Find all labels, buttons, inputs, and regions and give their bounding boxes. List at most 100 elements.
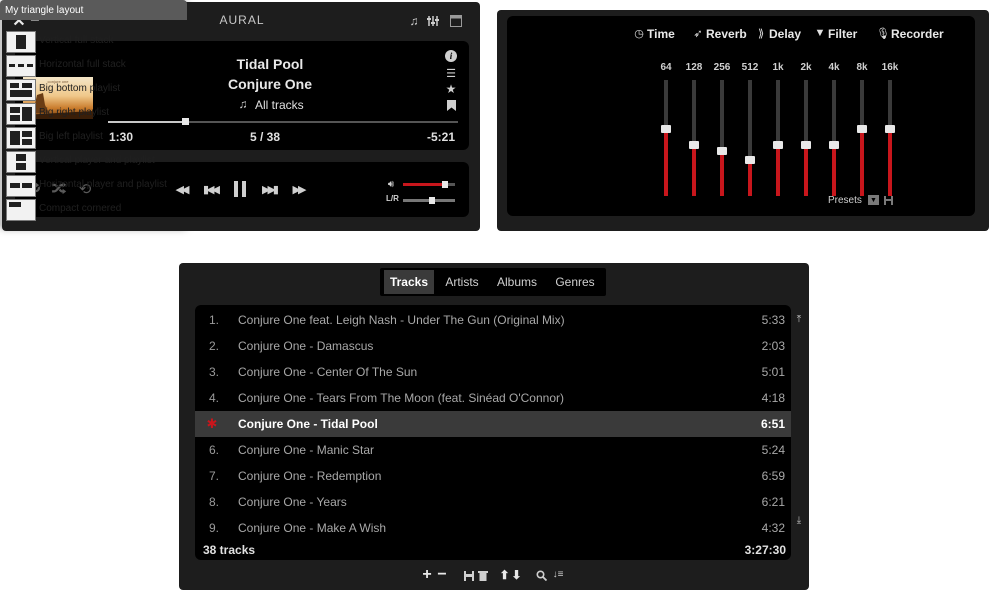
search-icon[interactable] — [535, 569, 547, 581]
track-index: 1. — [208, 313, 219, 327]
eq-band-slider[interactable] — [885, 80, 895, 196]
sort-icon[interactable]: ↓≡ — [550, 568, 566, 581]
eq-band-handle[interactable] — [689, 141, 699, 149]
layout-option-label: Big left playlist — [39, 131, 103, 142]
total-duration: 3:27:30 — [744, 543, 786, 557]
layout-option-label: Horizontal full stack — [39, 59, 126, 70]
tab-albums[interactable]: Albums — [492, 270, 542, 294]
playlist-toggle-icon[interactable]: ♫ — [407, 14, 421, 28]
track-row[interactable]: 7. Conjure One - Redemption 6:59 — [195, 463, 791, 489]
track-title: Conjure One - Redemption — [238, 469, 382, 483]
move-up-icon[interactable]: ⬆ — [499, 568, 510, 582]
track-row[interactable]: 2. Conjure One - Damascus 2:03 — [195, 333, 791, 359]
track-row[interactable]: 3. Conjure One - Center Of The Sun 5:01 — [195, 359, 791, 385]
save-playlist-icon[interactable] — [463, 570, 474, 581]
layout-toggle-icon[interactable] — [449, 14, 463, 28]
save-preset-icon[interactable] — [883, 195, 893, 205]
eq-band-slider[interactable] — [773, 80, 783, 196]
tab-artists[interactable]: Artists — [438, 270, 486, 294]
eq-band-slider[interactable] — [857, 80, 867, 196]
eq-band-slider[interactable] — [745, 80, 755, 196]
layout-option-icon — [6, 55, 36, 77]
clock-icon[interactable]: ◷ — [633, 27, 645, 40]
layout-option[interactable]: Big bottom playlist — [6, 79, 186, 101]
volume-icon[interactable]: 🔊︎ — [385, 178, 397, 190]
equalizer-toggle-icon[interactable] — [426, 14, 440, 28]
eq-band-slider[interactable] — [717, 80, 727, 196]
eq-band-handle[interactable] — [773, 141, 783, 149]
add-tracks-icon[interactable]: + — [421, 566, 433, 583]
effect-toggle-reverb[interactable]: Reverb — [706, 27, 747, 41]
presets-menu-icon[interactable]: ▼ — [868, 195, 879, 205]
track-duration: 6:59 — [761, 469, 785, 483]
bookmark-icon[interactable] — [445, 99, 457, 111]
eq-band-slider[interactable] — [829, 80, 839, 196]
balance-slider-handle[interactable] — [429, 197, 435, 204]
eq-band-slider[interactable] — [661, 80, 671, 196]
remove-tracks-icon[interactable]: − — [436, 566, 448, 583]
layout-option[interactable]: Horizontal player and playlist — [6, 175, 186, 197]
track-row[interactable]: 1. Conjure One feat. Leigh Nash - Under T… — [195, 307, 791, 333]
now-playing-row[interactable]: ✱ Conjure One - Tidal Pool 6:51 — [195, 411, 791, 437]
favorite-icon[interactable]: ★ — [445, 82, 457, 96]
track-index: 8. — [208, 495, 219, 509]
layout-option[interactable]: Vertical full stack — [6, 31, 186, 53]
track-title: Conjure One - Center Of The Sun — [238, 365, 418, 379]
eq-band-handle[interactable] — [857, 125, 867, 133]
filter-icon[interactable]: ▼ — [814, 27, 826, 39]
layout-option[interactable]: Big left playlist — [6, 127, 186, 149]
eq-band-handle[interactable] — [801, 141, 811, 149]
layout-option[interactable]: Vertical player and playlist — [6, 151, 186, 173]
info-icon[interactable]: i — [445, 50, 457, 62]
eq-band-handle[interactable] — [885, 125, 895, 133]
eq-band-label: 64 — [660, 62, 672, 73]
track-duration: 5:33 — [761, 313, 785, 327]
track-row[interactable]: 4. Conjure One - Tears From The Moon (fea… — [195, 385, 791, 411]
clear-playlist-icon[interactable] — [477, 570, 488, 581]
playlist-note-icon: ♫ — [238, 97, 248, 111]
tab-genres[interactable]: Genres — [547, 270, 603, 294]
eq-band-handle[interactable] — [717, 147, 727, 155]
volume-slider-handle[interactable] — [442, 181, 448, 188]
effect-toggle-recorder[interactable]: Recorder — [891, 27, 944, 41]
layout-option-label: Horizontal player and playlist — [39, 179, 167, 190]
eq-band-label: 2k — [800, 62, 812, 73]
eq-band-slider[interactable] — [801, 80, 811, 196]
layout-option-icon — [6, 127, 36, 149]
eq-band-handle[interactable] — [661, 125, 671, 133]
layout-option[interactable]: Compact cornered — [6, 199, 186, 221]
previous-track-icon[interactable]: ▮◀◀ — [201, 182, 220, 196]
track-index: 3. — [208, 365, 219, 379]
scroll-to-bottom-icon[interactable]: ⤓ — [793, 514, 805, 526]
reverb-icon[interactable]: ➶ — [692, 27, 704, 40]
eq-band-slider[interactable] — [689, 80, 699, 196]
chapters-icon[interactable]: ☰ — [445, 67, 457, 80]
eq-band-handle[interactable] — [829, 141, 839, 149]
track-row[interactable]: 9. Conjure One - Make A Wish 4:32 — [195, 515, 791, 541]
seek-forward-icon[interactable]: ▶▶ — [289, 182, 307, 196]
eq-band-handle[interactable] — [745, 156, 755, 164]
layout-option[interactable]: Big right playlist — [6, 103, 186, 125]
track-title: Conjure One - Manic Star — [238, 443, 375, 457]
track-duration: 4:32 — [761, 521, 785, 535]
balance-slider[interactable] — [403, 197, 455, 204]
effect-toggle-time[interactable]: Time — [647, 27, 675, 41]
effect-toggle-filter[interactable]: Filter — [828, 27, 857, 41]
effect-toggle-delay[interactable]: Delay — [769, 27, 801, 41]
next-track-icon[interactable]: ▶▶▮ — [260, 182, 279, 196]
eq-band-label: 4k — [828, 62, 840, 73]
track-row[interactable]: 8. Conjure One - Years 6:21 — [195, 489, 791, 515]
track-position: 5 / 38 — [249, 130, 281, 144]
track-duration: 6:21 — [761, 495, 785, 509]
tab-tracks[interactable]: Tracks — [384, 270, 434, 294]
track-duration: 5:24 — [761, 443, 785, 457]
pause-icon[interactable] — [232, 180, 248, 198]
track-duration: 5:01 — [761, 365, 785, 379]
microphone-icon[interactable]: 🎙︎ — [876, 27, 890, 40]
scroll-to-top-icon[interactable]: ⤒ — [793, 313, 805, 325]
move-down-icon[interactable]: ⬇ — [511, 568, 522, 582]
delay-icon[interactable]: ⟫ — [755, 27, 767, 40]
volume-slider[interactable] — [403, 181, 455, 188]
layout-option[interactable]: Horizontal full stack — [6, 55, 186, 77]
track-row[interactable]: 6. Conjure One - Manic Star 5:24 — [195, 437, 791, 463]
